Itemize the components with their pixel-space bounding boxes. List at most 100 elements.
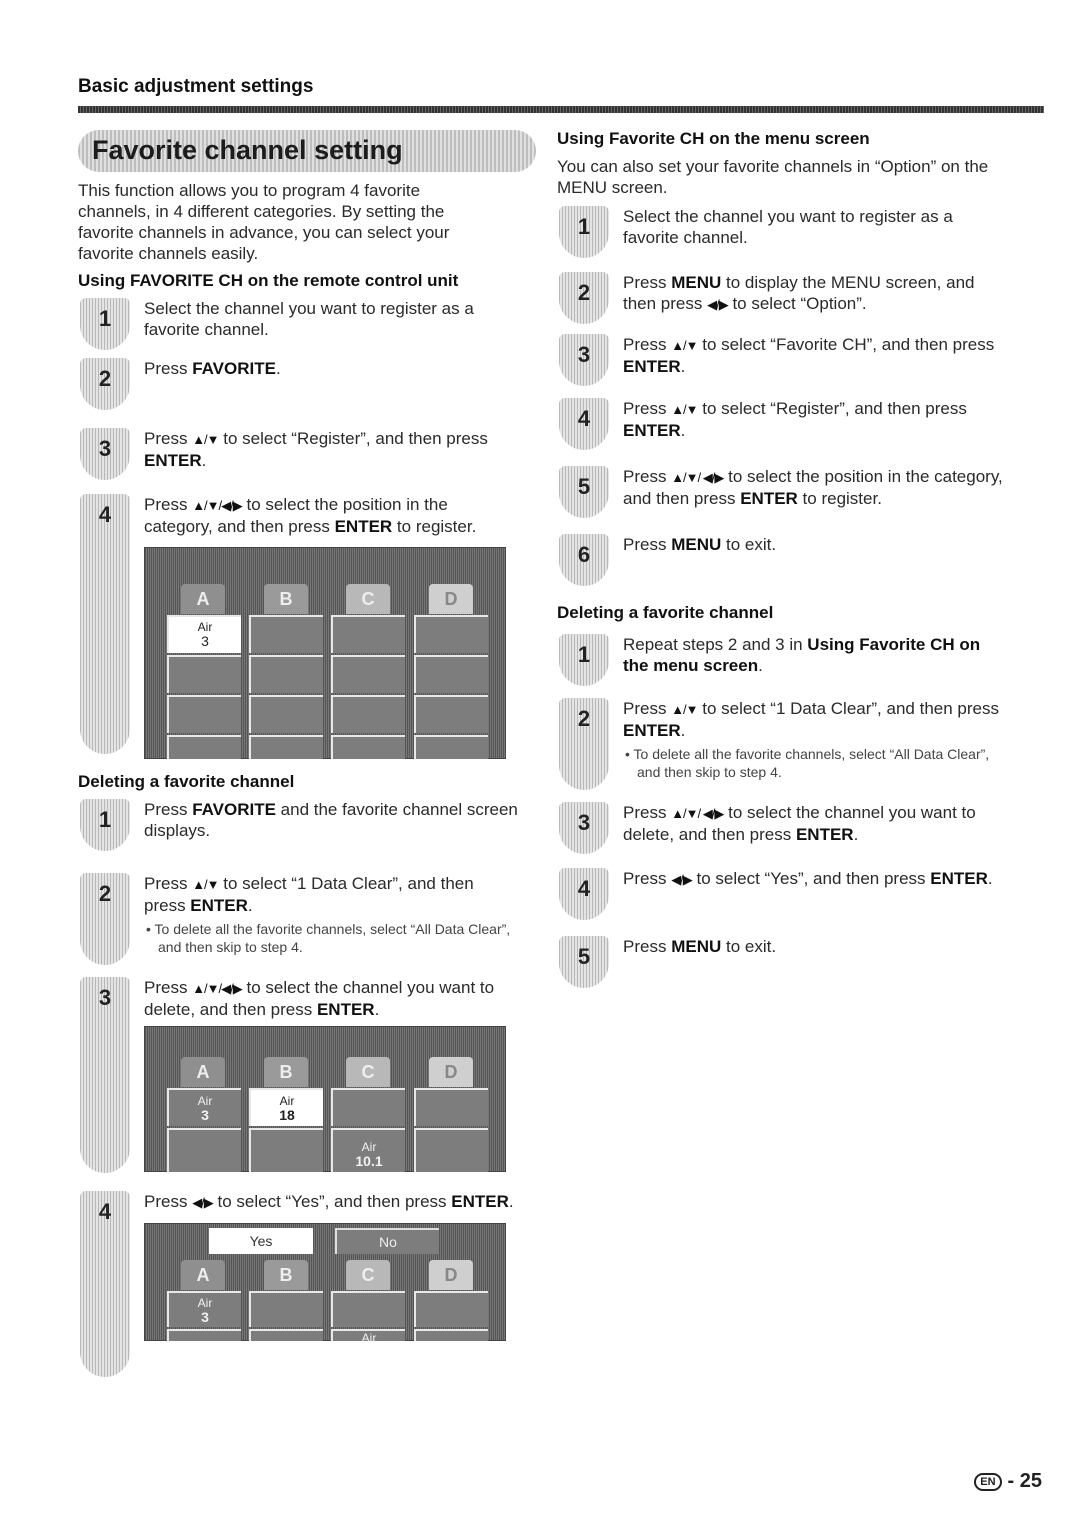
- menu-step-1: 1 Select the channel you want to registe…: [557, 206, 1007, 262]
- key-menu: MENU: [671, 273, 722, 292]
- step-text: Press: [144, 978, 193, 997]
- channel-slot[interactable]: [414, 655, 488, 693]
- slot-channel: 3: [201, 1107, 209, 1123]
- note-content: To delete all the favorite channels, sel…: [633, 746, 990, 780]
- category-tab-a: A: [181, 1260, 225, 1290]
- delete-confirm-screen: Yes No A B C D Air 3 Air 10.1: [144, 1223, 506, 1341]
- channel-slot[interactable]: [249, 1329, 323, 1341]
- channel-slot-selected[interactable]: Air 18: [249, 1088, 323, 1126]
- channel-slot[interactable]: [414, 1128, 488, 1172]
- category-tab-c: C: [346, 1260, 390, 1290]
- step-text: Press: [623, 803, 672, 822]
- left-column: This function allows you to program 4 fa…: [78, 180, 518, 1377]
- channel-slot[interactable]: [249, 695, 323, 733]
- remote-step-1: 1 Select the channel you want to registe…: [78, 298, 518, 350]
- step-text: Press: [144, 874, 193, 893]
- step-text: Select the channel you want to register …: [623, 207, 953, 247]
- remote-delete-step-4: 4 Press ◀/▶ to select “Yes”, and then pr…: [78, 1191, 518, 1377]
- channel-slot[interactable]: [331, 695, 405, 733]
- step-text: .: [680, 357, 686, 376]
- channel-slot[interactable]: Air 10.1: [331, 1329, 405, 1341]
- key-enter: ENTER: [795, 825, 854, 844]
- step-text: to select “Yes”, and then press: [691, 869, 931, 888]
- step-text: .: [374, 1000, 380, 1019]
- step-text: to select “Register”, and then press: [697, 399, 967, 418]
- slot-source: Air: [197, 1296, 213, 1310]
- no-button[interactable]: No: [335, 1228, 439, 1254]
- channel-slot-selected[interactable]: Air 3: [167, 615, 241, 653]
- step-number-badge: 4: [80, 1191, 130, 1377]
- up-down-arrows-icon: ▲/▼: [192, 877, 219, 892]
- step-number-badge: 2: [80, 358, 130, 410]
- header-rule: [78, 106, 1044, 113]
- channel-slot[interactable]: [331, 1291, 405, 1327]
- step-text: Press: [623, 869, 672, 888]
- channel-slot[interactable]: Air 3: [167, 1291, 241, 1327]
- menu-step-6: 6 Press MENU to exit.: [557, 534, 1007, 586]
- channel-slot[interactable]: [331, 615, 405, 653]
- key-enter: ENTER: [740, 489, 798, 508]
- channel-slot[interactable]: [331, 1088, 405, 1126]
- step-text: Press: [623, 699, 672, 718]
- favorite-channel-screen-delete: A B C D Air 3 Air 18 Air 10.1: [144, 1026, 506, 1172]
- note-text: • To delete all the favorite channels, s…: [625, 746, 990, 780]
- key-enter: ENTER: [623, 721, 681, 740]
- menu-delete-heading: Deleting a favorite channel: [557, 603, 774, 622]
- yes-button[interactable]: Yes: [209, 1228, 313, 1254]
- channel-slot[interactable]: Air 3: [167, 1088, 241, 1126]
- channel-slot[interactable]: [414, 615, 488, 653]
- channel-slot[interactable]: [167, 1329, 241, 1341]
- menu-delete-step-3: 3 Press ▲/▼/ ◀/▶ to select the channel y…: [557, 802, 1007, 854]
- step-text: Press: [623, 399, 672, 418]
- channel-slot[interactable]: Air 10.1: [331, 1128, 405, 1172]
- channel-slot[interactable]: [331, 655, 405, 693]
- channel-slot[interactable]: [249, 1291, 323, 1327]
- key-enter: ENTER: [451, 1192, 509, 1211]
- channel-slot[interactable]: [414, 695, 488, 733]
- step-number-badge: 1: [80, 298, 130, 350]
- remote-step-2: 2 Press FAVORITE.: [78, 358, 518, 410]
- channel-slot[interactable]: [167, 1128, 241, 1172]
- channel-slot[interactable]: [249, 735, 323, 759]
- channel-slot[interactable]: [249, 615, 323, 653]
- channel-slot[interactable]: [414, 1088, 488, 1126]
- channel-slot[interactable]: [414, 1329, 488, 1341]
- menu-intro: You can also set your favorite channels …: [557, 157, 989, 197]
- slot-channel: 18: [279, 1107, 295, 1123]
- step-number-badge: 6: [559, 534, 609, 586]
- up-down-arrows-icon: ▲/▼: [671, 402, 698, 417]
- step-text: Press: [144, 359, 193, 378]
- step-number-badge: 2: [559, 698, 609, 790]
- channel-slot[interactable]: [249, 1128, 323, 1172]
- step-number-badge: 2: [559, 272, 609, 324]
- step-text: to select “Option”.: [727, 294, 867, 313]
- step-number-badge: 3: [80, 428, 130, 480]
- channel-slot[interactable]: [167, 655, 241, 693]
- key-enter: ENTER: [144, 451, 202, 470]
- menu-delete-step-2: 2 Press ▲/▼ to select “1 Data Clear”, an…: [557, 698, 1007, 790]
- page-number-text: - 25: [1007, 1470, 1042, 1492]
- page-number: EN - 25: [974, 1470, 1042, 1493]
- remote-delete-step-1: 1 Press FAVORITE and the favorite channe…: [78, 799, 518, 859]
- category-tab-a: A: [181, 1057, 225, 1087]
- key-enter: ENTER: [623, 357, 681, 376]
- right-column: Using Favorite CH on the menu screen You…: [557, 128, 1007, 988]
- channel-slot[interactable]: [249, 655, 323, 693]
- channel-slot[interactable]: [331, 735, 405, 759]
- channel-slot[interactable]: [167, 735, 241, 759]
- favorite-channel-screen: A B C D Air 3: [144, 547, 506, 759]
- step-number-badge: 5: [559, 936, 609, 988]
- slot-source: Air: [361, 1140, 377, 1154]
- menu-delete-step-1: 1 Repeat steps 2 and 3 in Using Favorite…: [557, 634, 1007, 686]
- note-text: • To delete all the favorite channels, s…: [146, 921, 511, 955]
- channel-slot[interactable]: [167, 695, 241, 733]
- channel-slot[interactable]: [414, 735, 488, 759]
- remote-delete-step-2: 2 Press ▲/▼ to select “1 Data Clear”, an…: [78, 873, 518, 965]
- category-tab-c: C: [346, 584, 390, 614]
- step-number-badge: 1: [80, 799, 130, 851]
- step-text: .: [201, 451, 207, 470]
- key-menu: MENU: [671, 535, 722, 554]
- channel-slot[interactable]: [414, 1291, 488, 1327]
- slot-channel: 10.1: [355, 1153, 383, 1169]
- menu-delete-step-5: 5 Press MENU to exit.: [557, 936, 1007, 988]
